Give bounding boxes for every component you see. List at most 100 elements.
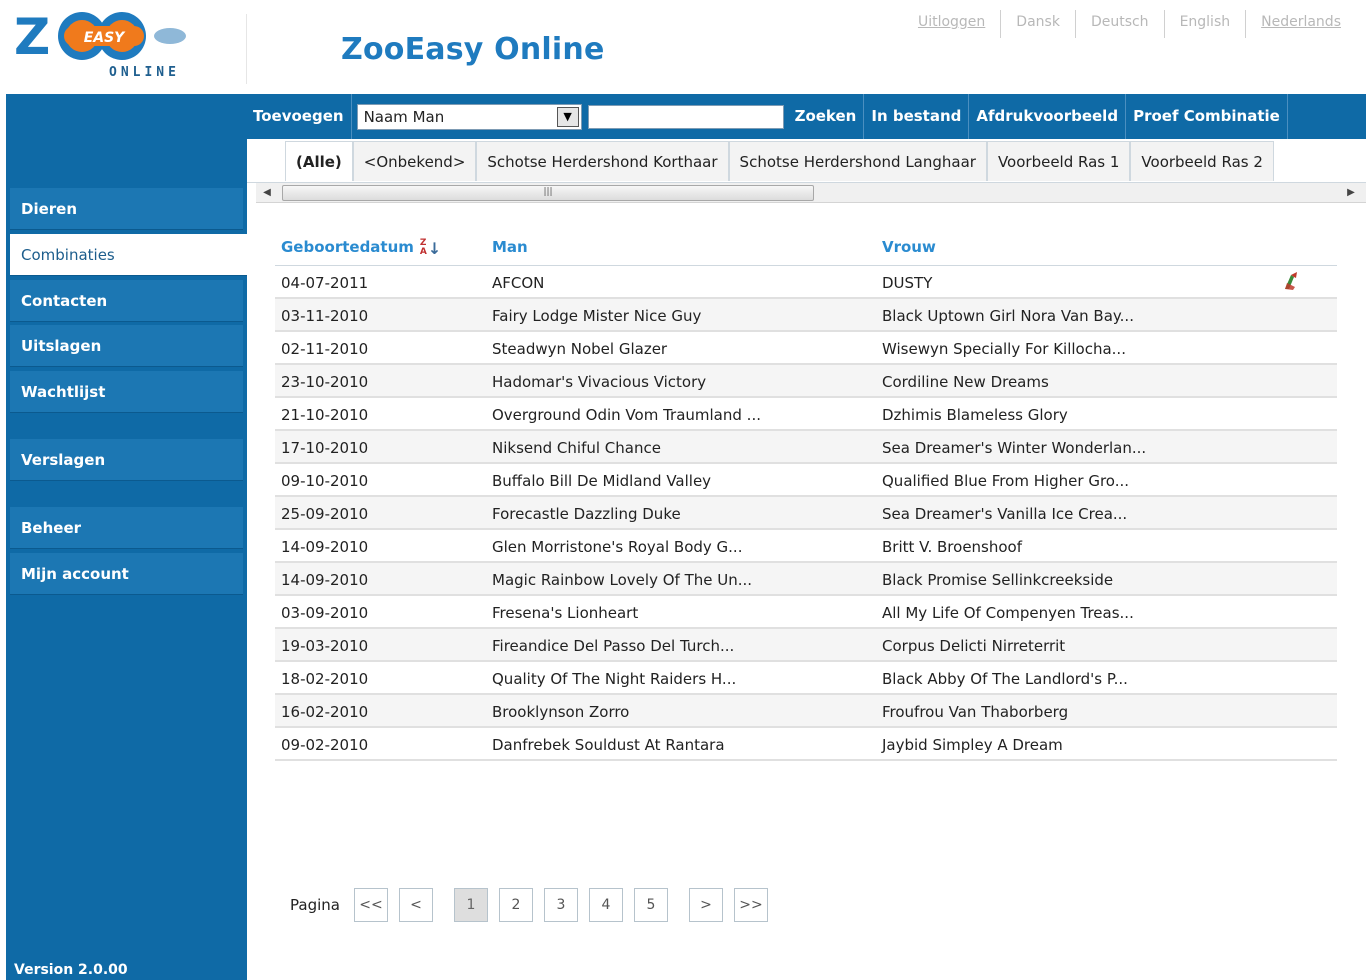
cell-date: 18-02-2010 bbox=[281, 670, 369, 688]
lang-dansk-link[interactable]: Dansk bbox=[1001, 10, 1076, 38]
tabs-scrollbar[interactable]: ◀ ||| ▶ bbox=[256, 183, 1366, 203]
sidebar-item-uitslagen[interactable]: Uitslagen bbox=[10, 325, 243, 367]
cell-date: 09-02-2010 bbox=[281, 736, 369, 754]
last-page-button[interactable]: >> bbox=[733, 888, 768, 922]
table-row[interactable]: 23-10-2010 Hadomar's Vivacious Victory Cor… bbox=[275, 365, 1337, 398]
cell-vrouw: Black Abby Of The Landlord's P... bbox=[882, 670, 1128, 688]
cell-vrouw: Corpus Delicti Nirreterrit bbox=[882, 637, 1066, 655]
page-button-4[interactable]: 4 bbox=[588, 888, 623, 922]
tab-korthaar[interactable]: Schotse Herdershond Korthaar bbox=[476, 141, 729, 181]
search-field-select-value: Naam Man bbox=[363, 107, 445, 126]
cell-man: Brooklynson Zorro bbox=[492, 703, 630, 721]
cell-man: Hadomar's Vivacious Victory bbox=[492, 373, 707, 391]
tab-langhaar[interactable]: Schotse Herdershond Langhaar bbox=[728, 141, 987, 181]
table-row[interactable]: 03-09-2010 Fresena's Lionheart All My Life… bbox=[275, 596, 1337, 629]
table-row[interactable]: 25-09-2010 Forecastle Dazzling Duke Sea Dr… bbox=[275, 497, 1337, 530]
table-row[interactable]: 21-10-2010 Overground Odin Vom Traumland … bbox=[275, 398, 1337, 431]
sidebar-item-mijn-account[interactable]: Mijn account bbox=[10, 553, 243, 595]
cell-man: Fairy Lodge Mister Nice Guy bbox=[492, 307, 702, 325]
lang-nederlands-link[interactable]: Nederlands bbox=[1246, 10, 1341, 38]
edit-combination-icon[interactable] bbox=[1279, 269, 1303, 293]
sidebar-item-dieren[interactable]: Dieren bbox=[10, 188, 243, 230]
table-row[interactable]: 09-10-2010 Buffalo Bill De Midland Valley… bbox=[275, 464, 1337, 497]
sidebar: Dieren Combinaties Contacten Uitslagen W… bbox=[6, 94, 247, 980]
cell-man: Niksend Chiful Chance bbox=[492, 439, 661, 457]
print-preview-button[interactable]: Afdrukvoorbeeld bbox=[969, 94, 1127, 139]
lang-deutsch-link[interactable]: Deutsch bbox=[1076, 10, 1165, 38]
add-button[interactable]: Toevoegen bbox=[247, 94, 352, 139]
dropdown-arrow-icon[interactable]: ▼ bbox=[556, 106, 579, 127]
table-row[interactable]: 04-07-2011 AFCON DUSTY bbox=[275, 266, 1337, 299]
zooeasy-logo: Z EASY ONLINE bbox=[12, 8, 212, 80]
scroll-right-icon[interactable]: ▶ bbox=[1344, 185, 1358, 201]
table-row[interactable]: 14-09-2010 Magic Rainbow Lovely Of The Un… bbox=[275, 563, 1337, 596]
prev-page-button[interactable]: < bbox=[398, 888, 433, 922]
sidebar-item-verslagen[interactable]: Verslagen bbox=[10, 439, 243, 481]
table-row[interactable]: 16-02-2010 Brooklynson Zorro Froufrou Van … bbox=[275, 695, 1337, 728]
table-row[interactable]: 03-11-2010 Fairy Lodge Mister Nice Guy Bla… bbox=[275, 299, 1337, 332]
tab-onbekend[interactable]: <Onbekend> bbox=[352, 141, 477, 181]
cell-date: 17-10-2010 bbox=[281, 439, 369, 457]
version-label: Version 2.0.00 bbox=[14, 962, 128, 978]
app-title: ZooEasy Online bbox=[341, 32, 605, 67]
cell-man: Fireandice Del Passo Del Turch... bbox=[492, 637, 735, 655]
cell-vrouw: Cordiline New Dreams bbox=[882, 373, 1049, 391]
scrollbar-thumb[interactable]: ||| bbox=[282, 185, 814, 201]
cell-vrouw: Jaybid Simpley A Dream bbox=[882, 736, 1063, 754]
logo-word: EASY bbox=[84, 30, 126, 46]
cell-date: 03-11-2010 bbox=[281, 307, 369, 325]
column-header-vrouw[interactable]: Vrouw bbox=[882, 238, 936, 256]
column-header-date[interactable]: Geboortedatum Z A↓ bbox=[281, 238, 441, 257]
scroll-left-icon[interactable]: ◀ bbox=[260, 185, 274, 201]
tab-voorbeeld-ras-1[interactable]: Voorbeeld Ras 1 bbox=[986, 141, 1131, 181]
table-row[interactable]: 19-03-2010 Fireandice Del Passo Del Turch… bbox=[275, 629, 1337, 662]
tab-voorbeeld-ras-2[interactable]: Voorbeeld Ras 2 bbox=[1130, 141, 1274, 181]
page-button-5[interactable]: 5 bbox=[633, 888, 668, 922]
sidebar-item-contacten[interactable]: Contacten bbox=[10, 280, 243, 322]
next-page-button[interactable]: > bbox=[688, 888, 723, 922]
cell-vrouw: Black Promise Sellinkcreekside bbox=[882, 571, 1114, 589]
cell-date: 14-09-2010 bbox=[281, 571, 369, 589]
cell-man: Buffalo Bill De Midland Valley bbox=[492, 472, 712, 490]
cell-vrouw: All My Life Of Compenyen Treas... bbox=[882, 604, 1134, 622]
cell-man: Danfrebek Souldust At Rantara bbox=[492, 736, 725, 754]
cell-date: 14-09-2010 bbox=[281, 538, 369, 556]
test-combination-button[interactable]: Proef Combinatie bbox=[1126, 94, 1288, 139]
lang-english-link[interactable]: English bbox=[1165, 10, 1247, 38]
header-divider bbox=[246, 14, 247, 84]
table-row[interactable]: 02-11-2010 Steadwyn Nobel Glazer Wisewyn S… bbox=[275, 332, 1337, 365]
search-field-select[interactable]: Naam Man ▼ bbox=[356, 103, 582, 130]
search-button[interactable]: Zoeken bbox=[788, 94, 865, 139]
column-header-man[interactable]: Man bbox=[492, 238, 528, 256]
cell-man: Glen Morristone's Royal Body G... bbox=[492, 538, 743, 556]
combinations-table: Geboortedatum Z A↓ Man Vrouw 04-07-2011 AFC… bbox=[275, 230, 1337, 761]
svg-text:Z: Z bbox=[14, 8, 50, 66]
first-page-button[interactable]: << bbox=[353, 888, 388, 922]
table-row[interactable]: 09-02-2010 Danfrebek Souldust At Rantara J… bbox=[275, 728, 1337, 761]
sidebar-item-combinaties[interactable]: Combinaties bbox=[10, 234, 247, 276]
cell-date: 19-03-2010 bbox=[281, 637, 369, 655]
tab-alle[interactable]: (Alle) bbox=[285, 141, 353, 181]
cell-vrouw: Qualified Blue From Higher Gro... bbox=[882, 472, 1130, 490]
table-row[interactable]: 14-09-2010 Glen Morristone's Royal Body G… bbox=[275, 530, 1337, 563]
page-button-2[interactable]: 2 bbox=[498, 888, 533, 922]
sidebar-item-wachtlijst[interactable]: Wachtlijst bbox=[10, 371, 243, 413]
page-button-1[interactable]: 1 bbox=[453, 888, 488, 922]
cell-vrouw: Dzhimis Blameless Glory bbox=[882, 406, 1068, 424]
table-row[interactable]: 18-02-2010 Quality Of The Night Raiders H… bbox=[275, 662, 1337, 695]
cell-man: Quality Of The Night Raiders H... bbox=[492, 670, 737, 688]
cell-vrouw: Britt V. Broenshoof bbox=[882, 538, 1023, 556]
cell-vrouw: Wisewyn Specially For Killocha... bbox=[882, 340, 1126, 358]
sidebar-item-beheer[interactable]: Beheer bbox=[10, 507, 243, 549]
table-row[interactable]: 17-10-2010 Niksend Chiful Chance Sea Dream… bbox=[275, 431, 1337, 464]
logo-sub: ONLINE bbox=[109, 65, 180, 80]
cell-man: Magic Rainbow Lovely Of The Un... bbox=[492, 571, 753, 589]
cell-man: AFCON bbox=[492, 274, 545, 292]
page-button-3[interactable]: 3 bbox=[543, 888, 578, 922]
logout-link[interactable]: Uitloggen bbox=[903, 10, 1002, 38]
cell-date: 16-02-2010 bbox=[281, 703, 369, 721]
cell-man: Overground Odin Vom Traumland ... bbox=[492, 406, 761, 424]
search-input[interactable] bbox=[587, 104, 784, 129]
sort-descending-icon[interactable]: Z A↓ bbox=[420, 238, 441, 257]
export-file-button[interactable]: In bestand bbox=[864, 94, 970, 139]
